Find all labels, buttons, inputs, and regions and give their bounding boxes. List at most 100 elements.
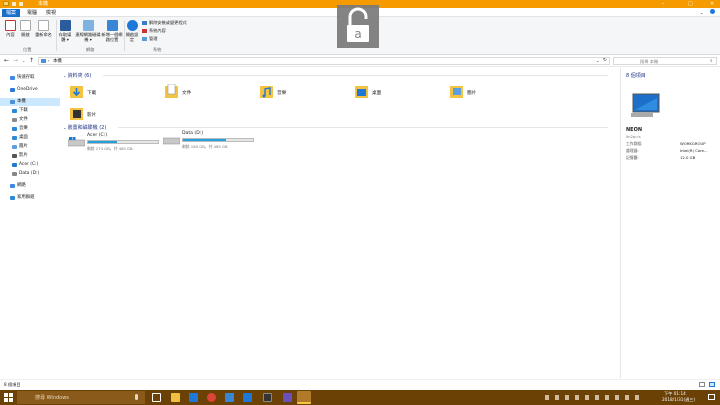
videos-folder-icon	[70, 108, 83, 120]
forward-arrow-icon[interactable]: →	[13, 57, 18, 64]
search-input[interactable]: 搜尋 本機	[613, 57, 717, 65]
folder-music[interactable]: 音樂	[260, 84, 350, 104]
sidebar-item-quick-access[interactable]: 快速存取	[0, 74, 60, 82]
main-content: ⌄ 資料夾 (6) 下載 文件 音樂 桌面 圖片 影片 ⌄ 裝置和磁碟機 (2)…	[60, 68, 616, 378]
documents-folder-icon	[165, 84, 178, 98]
svg-text:a: a	[354, 27, 361, 41]
sidebar-item-videos[interactable]: 影片	[0, 152, 60, 160]
open-icon	[20, 20, 31, 31]
folder-documents[interactable]: 文件	[165, 84, 255, 104]
sidebar-item-documents[interactable]: 文件	[0, 116, 60, 124]
folder-pictures[interactable]: 圖片	[450, 84, 540, 104]
tab-view[interactable]: 檢視	[42, 9, 60, 17]
network-drive-icon	[82, 20, 94, 31]
folders-header[interactable]: ⌄ 資料夾 (6)	[63, 72, 613, 79]
app-icon-purple[interactable]	[283, 393, 292, 402]
ribbon-expand-icon[interactable]: ⌄	[700, 10, 703, 15]
navigation-pane: 快速存取 OneDrive 本機 下載 文件 音樂 桌面 圖片 影片 Acer …	[0, 68, 60, 378]
microphone-icon[interactable]	[135, 394, 138, 400]
sidebar-item-drive-c[interactable]: Acer (C:)	[0, 161, 60, 169]
tab-file[interactable]: 檔案	[2, 9, 21, 17]
devices-header[interactable]: ⌄ 裝置和磁碟機 (2)	[63, 124, 613, 131]
windows-drive-icon	[12, 163, 17, 167]
map-network-drive-button[interactable]: 連線網路磁碟機 ▾	[75, 20, 101, 42]
sidebar-item-pictures[interactable]: 圖片	[0, 143, 60, 151]
minimize-button[interactable]: –	[662, 0, 665, 8]
music-folder-icon	[260, 86, 273, 98]
sidebar-item-drive-d[interactable]: Data (D:)	[0, 170, 60, 178]
taskbar-search-input[interactable]: 搜尋 Windows	[35, 394, 69, 401]
help-icon[interactable]	[710, 9, 715, 14]
chrome-icon[interactable]	[207, 393, 216, 402]
back-arrow-icon[interactable]: ←	[4, 57, 9, 64]
details-view-icon[interactable]	[699, 382, 705, 387]
store-icon[interactable]	[189, 393, 198, 402]
large-icons-view-icon[interactable]	[709, 382, 715, 387]
music-icon	[12, 127, 17, 131]
sidebar-item-desktop[interactable]: 桌面	[0, 134, 60, 142]
file-explorer-active-icon[interactable]	[297, 391, 311, 404]
sidebar-item-onedrive[interactable]: OneDrive	[0, 86, 60, 94]
open-settings-button[interactable]: 開啟設定	[125, 20, 139, 42]
explorer-icon[interactable]	[171, 393, 180, 402]
drive-free-space: 剩餘 274 GB，共 465 GB	[87, 146, 133, 151]
drive-usage-fill	[183, 139, 226, 141]
refresh-icon[interactable]: ↻	[603, 58, 607, 63]
tray-icons[interactable]	[545, 395, 645, 400]
folder-desktop[interactable]: 桌面	[355, 84, 445, 104]
drive-usage-fill	[88, 141, 117, 143]
group-label-location: 位置	[23, 47, 32, 52]
address-bar[interactable]: › 本機 ⌄ ↻	[38, 57, 610, 65]
drive-d[interactable]: Data (D:) 剩餘 180 GB，共 465 GB	[163, 131, 263, 153]
cloud-icon	[10, 88, 15, 92]
checkmark-app-icon[interactable]	[243, 393, 252, 402]
taskbar-search-box[interactable]: 搜尋 Windows	[17, 391, 145, 404]
gear-icon	[126, 20, 138, 31]
system-properties-button[interactable]: 系統內容	[142, 28, 166, 34]
close-button[interactable]: ✕	[710, 0, 714, 8]
folder-downloads[interactable]: 下載	[70, 84, 160, 104]
divider	[118, 127, 608, 128]
app-icon-dark[interactable]	[263, 393, 272, 402]
detail-key: 記憶體:	[626, 155, 639, 160]
divider	[103, 75, 608, 76]
sidebar-item-downloads[interactable]: 下載	[0, 107, 60, 115]
chevron-right-icon[interactable]: ›	[48, 58, 50, 63]
manage-button[interactable]: 管理	[142, 36, 157, 42]
up-arrow-icon[interactable]: ↑	[29, 57, 34, 64]
quick-access-icon-2[interactable]	[19, 2, 23, 6]
recent-dropdown-icon[interactable]: ⌄	[22, 58, 25, 63]
drive-c[interactable]: Acer (C:) 剩餘 274 GB，共 465 GB	[68, 133, 168, 155]
windows-start-icon[interactable]	[4, 393, 13, 402]
clock-date[interactable]: 2018/1/31(週三)	[662, 397, 695, 403]
uninstall-program-button[interactable]: 解除安裝或變更程式	[142, 20, 187, 26]
task-view-icon[interactable]	[152, 393, 161, 402]
search-icon: ⌕	[710, 59, 713, 64]
add-network-location-button[interactable]: 新增一個網路位置	[101, 20, 123, 42]
drive-icon	[12, 172, 17, 176]
sidebar-item-homegroup[interactable]: 家用群組	[0, 194, 60, 202]
sidebar-item-network[interactable]: 網路	[0, 182, 60, 190]
manage-icon	[142, 37, 147, 41]
computer-icon	[631, 93, 660, 117]
app-icon-blue[interactable]	[225, 393, 234, 402]
group-label-system: 系統	[153, 47, 162, 52]
sidebar-item-music[interactable]: 音樂	[0, 125, 60, 133]
access-media-button[interactable]: 存取媒體 ▾	[57, 20, 73, 42]
notification-icon[interactable]	[708, 394, 715, 400]
detail-value: WORKGROUP	[680, 141, 706, 146]
taskbar: 搜尋 Windows 下午 01:14 2018/1/31(週三)	[0, 390, 720, 405]
address-dropdown-icon[interactable]: ⌄	[596, 58, 599, 63]
open-button[interactable]: 開啟	[19, 20, 32, 37]
properties-button[interactable]: 內容	[3, 20, 18, 37]
breadcrumb[interactable]: 本機	[53, 58, 62, 65]
app-icon[interactable]	[3, 1, 9, 6]
rename-button[interactable]: 重新命名	[34, 20, 53, 37]
sidebar-item-this-pc[interactable]: 本機	[0, 98, 60, 106]
tab-computer[interactable]: 電腦	[23, 9, 41, 17]
detail-key: 處理器:	[626, 148, 639, 153]
detail-value: 12.0 GB	[680, 155, 696, 160]
quick-access-icon[interactable]	[12, 2, 16, 6]
folder-videos[interactable]: 影片	[70, 106, 160, 126]
maximize-button[interactable]: □	[688, 0, 693, 8]
